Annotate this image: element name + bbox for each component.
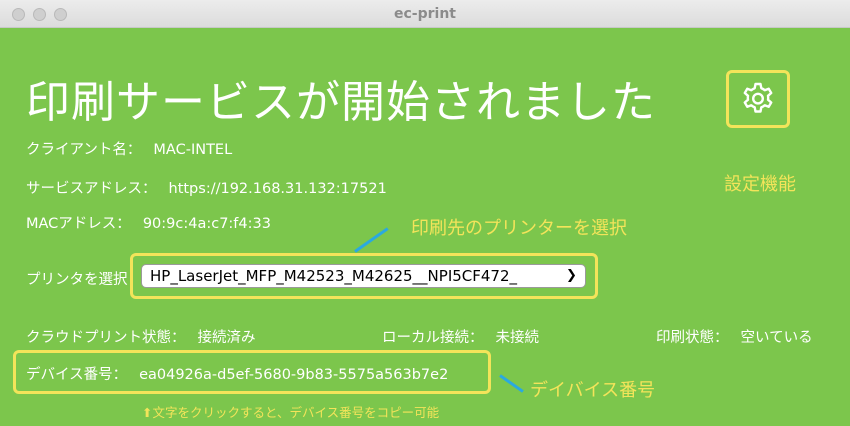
service-address-value: https://192.168.31.132:17521 (168, 181, 387, 197)
cloud-status-label: クラウドプリント状態： (26, 330, 186, 346)
mac-address-row: MACアドレス： 90:9c:4a:c7:f4:33 (26, 212, 271, 233)
title-bar[interactable]: ec-print (0, 0, 850, 28)
local-connection-label: ローカル接続： (382, 330, 484, 346)
client-name-row: クライアント名： MAC-INTEL (26, 138, 232, 159)
local-connection-value: 未接続 (495, 330, 540, 346)
local-connection-row: ローカル接続： 未接続 (382, 326, 539, 347)
page-title: 印刷サービスが開始されました (26, 77, 656, 128)
app-window: ec-print 印刷サービスが開始されました 設定機能 クライアント名： MAC… (0, 0, 850, 426)
printer-select-label: プリンタを選択 (26, 272, 128, 288)
cloud-status-row: クラウドプリント状態： 接続済み (26, 326, 256, 347)
device-annotation: デイバイス番号 (530, 380, 656, 401)
print-status-label: 印刷状態： (656, 330, 729, 346)
device-number-row[interactable]: デバイス番号： ea04926a-d5ef-5680-9b83-5575a563b… (26, 363, 448, 384)
mac-address-value: 90:9c:4a:c7:f4:33 (142, 216, 271, 232)
device-number-value[interactable]: ea04926a-d5ef-5680-9b83-5575a563b7e2 (139, 367, 448, 383)
print-status-value: 空いている (740, 330, 813, 346)
client-name-value: MAC-INTEL (153, 142, 233, 158)
service-address-label: サービスアドレス： (26, 181, 157, 197)
client-name-label: クライアント名： (26, 142, 142, 158)
device-number-label: デバイス番号： (26, 367, 128, 383)
device-annotation-arrow (499, 374, 524, 393)
window-title: ec-print (394, 6, 456, 22)
mac-address-label: MACアドレス： (26, 216, 131, 232)
print-status-row: 印刷状態： 空いている (656, 326, 813, 347)
settings-button[interactable] (726, 70, 790, 128)
printer-annotation-arrow (354, 227, 389, 253)
copy-hint: ⬆文字をクリックすると、デバイス番号をコピー可能 (142, 405, 440, 420)
cloud-status-value: 接続済み (197, 330, 256, 346)
chevron-down-icon: ❯ (566, 268, 577, 283)
printer-select[interactable]: HP_LaserJet_MFP_M42523_M42625__NPI5CF472… (141, 264, 586, 288)
printer-annotation: 印刷先のプリンターを選択 (411, 218, 627, 239)
gear-icon (743, 82, 773, 113)
service-address-row: サービスアドレス： https://192.168.31.132:17521 (26, 177, 387, 198)
settings-annotation: 設定機能 (724, 174, 796, 195)
